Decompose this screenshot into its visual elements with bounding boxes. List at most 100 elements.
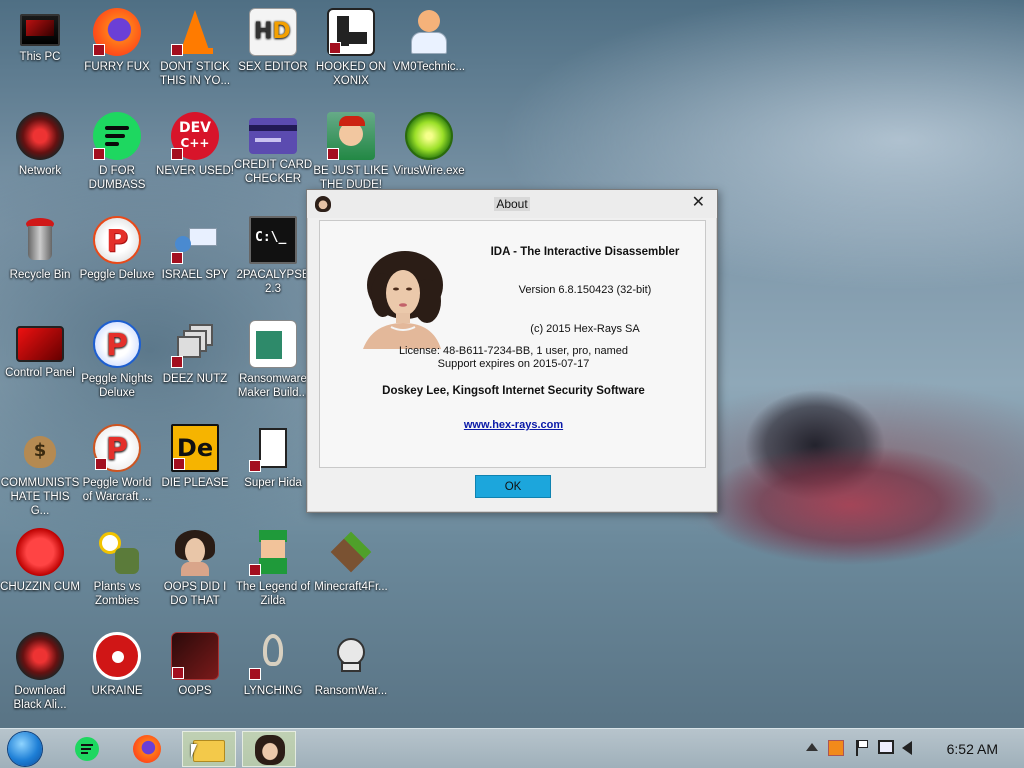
noose-icon — [249, 632, 297, 680]
peggle-icon: P — [93, 216, 141, 264]
hxd-icon: HD — [249, 8, 297, 56]
desktop-icon-legend-of-zilda[interactable]: The Legend of Zilda — [233, 524, 313, 608]
desktop-icon-network[interactable]: Network — [0, 108, 80, 178]
website-link[interactable]: www.hex-rays.com — [320, 419, 707, 431]
shortcut-badge — [249, 460, 261, 472]
firefox-icon — [133, 735, 161, 763]
desktop-icon-peggle-nights[interactable]: P Peggle Nights Deluxe — [77, 316, 157, 400]
desktop-icon-control-panel[interactable]: Control Panel — [0, 316, 80, 380]
desktop-icon-peggle-wow[interactable]: P Peggle World of Warcraft ... — [77, 420, 157, 504]
terminal-icon: C:\_ — [249, 216, 297, 264]
doctor-icon — [405, 8, 453, 56]
desktop-icon-minecraft[interactable]: Minecraft4Fr... — [311, 524, 391, 594]
tray-app-icon[interactable] — [828, 740, 844, 756]
shortcut-badge — [249, 564, 261, 576]
spy-icon — [171, 216, 219, 264]
desktop-icon-never-used[interactable]: DEV C++ NEVER USED! — [155, 108, 235, 178]
dialog-title: About — [494, 197, 530, 211]
desktop-icon-ransomwar[interactable]: RansomWar... — [311, 628, 391, 698]
limewire-icon — [405, 112, 453, 160]
shortcut-badge — [171, 44, 183, 56]
desktop-icon-dont-stick[interactable]: DONT STICK THIS IN YO... — [155, 4, 235, 88]
computer-icon — [20, 14, 60, 46]
ida-portrait-image — [353, 249, 448, 349]
minecraft-icon — [327, 528, 375, 576]
shortcut-badge — [93, 44, 105, 56]
de-icon: De — [171, 424, 219, 472]
volume-icon[interactable] — [902, 741, 912, 755]
desktop-icon-die-please[interactable]: De DIE PLEASE — [155, 420, 235, 490]
windows-stack-icon — [171, 320, 219, 368]
hida-icon — [249, 424, 297, 472]
dialog-titlebar[interactable]: About ✕ — [307, 190, 717, 218]
shortcut-badge — [95, 458, 107, 470]
desktop-icon-super-hida[interactable]: Super Hida — [233, 420, 313, 490]
ransomware-builder-icon — [249, 320, 297, 368]
system-tray: 6:52 AM — [784, 729, 1024, 768]
shortcut-badge — [93, 148, 105, 160]
shortcut-badge — [172, 667, 184, 679]
desktop-icon-oops-did-i[interactable]: OOPS DID I DO THAT — [155, 524, 235, 608]
taskbar: 6:52 AM — [0, 728, 1024, 768]
desktop-icon-vm0technic[interactable]: VM0Technic... — [389, 4, 469, 74]
flag-icon[interactable] — [856, 740, 868, 756]
desktop-icon-ransomware-maker[interactable]: Ransomware Maker Build... — [233, 316, 313, 400]
licensee-text: Doskey Lee, Kingsoft Internet Security S… — [382, 385, 645, 397]
file-explorer-icon — [193, 740, 225, 762]
desktop-icon-plants-vs-zombies[interactable]: Plants vs Zombies — [77, 524, 157, 608]
taskbar-discord[interactable] — [60, 731, 114, 767]
ok-button[interactable]: OK — [475, 475, 551, 498]
desktop-icon-recycle-bin[interactable]: Recycle Bin — [0, 212, 80, 282]
discord-icon — [75, 737, 99, 761]
shortcut-badge — [171, 252, 183, 264]
desktop-icon-sex-editor[interactable]: HD SEX EDITOR — [233, 4, 313, 74]
shortcut-badge — [329, 42, 341, 54]
desktop-icon-deez-nutz[interactable]: DEEZ NUTZ — [155, 316, 235, 386]
desktop-icon-ukraine[interactable]: UKRAINE — [77, 628, 157, 698]
chevron-up-icon[interactable] — [806, 743, 818, 751]
desktop-icon-communists[interactable]: $ COMMUNISTS HATE THIS G... — [0, 420, 80, 518]
license-text: License: 48-B611-7234-BB, 1 user, pro, n… — [398, 345, 629, 357]
chuzzle-icon — [16, 528, 64, 576]
desktop-icon-this-pc[interactable]: This PC — [0, 4, 80, 64]
desktop-icon-d-for-dumbass[interactable]: D FOR DUMBASS — [77, 108, 157, 192]
desktop-icon-hooked-on-xonix[interactable]: HOOKED ON XONIX — [311, 4, 391, 88]
desktop-icon-credit-card-checker[interactable]: CREDIT CARD CHECKER — [233, 108, 313, 186]
desktop-icon-israel-spy[interactable]: ISRAEL SPY — [155, 212, 235, 282]
close-button[interactable]: ✕ — [692, 192, 705, 211]
desktop-icon-oops[interactable]: OOPS — [155, 628, 235, 698]
credit-card-icon — [249, 118, 297, 154]
taskbar-file-explorer[interactable] — [182, 731, 236, 767]
shortcut-badge — [173, 458, 185, 470]
network-icon — [16, 112, 64, 160]
peggle-nights-icon: P — [93, 320, 141, 368]
desktop-icon-peggle-deluxe[interactable]: P Peggle Deluxe — [77, 212, 157, 282]
start-orb-icon[interactable] — [8, 732, 42, 766]
dude-icon — [327, 112, 375, 160]
about-dialog: About ✕ IDA - The Interactive Disassembl… — [306, 189, 718, 513]
product-name: IDA - The Interactive Disassembler — [490, 246, 680, 258]
desktop-icon-2pacalypse[interactable]: C:\_ 2PACALYPSE 2.3 — [233, 212, 313, 296]
desktop-icon-viruswire[interactable]: VirusWire.exe — [389, 108, 469, 178]
pvz-icon — [93, 528, 141, 576]
cursor-icon — [191, 744, 197, 758]
shortcut-badge — [171, 148, 183, 160]
devcpp-icon: DEV C++ — [171, 112, 219, 160]
clock[interactable]: 6:52 AM — [947, 741, 998, 757]
firefox-icon — [93, 8, 141, 56]
support-text: Support expires on 2015-07-17 — [437, 358, 590, 370]
discord-icon — [93, 112, 141, 160]
taskbar-firefox[interactable] — [120, 731, 174, 767]
control-panel-icon — [16, 326, 64, 362]
desktop-icon-furry-fux[interactable]: FURRY FUX — [77, 4, 157, 74]
desktop-icon-chuzzin[interactable]: CHUZZIN CUM — [0, 524, 80, 594]
shortcut-badge — [249, 668, 261, 680]
alienware-icon — [16, 632, 64, 680]
vlc-icon — [171, 8, 219, 56]
network-icon[interactable] — [878, 740, 894, 754]
desktop-icon-download-black[interactable]: Download Black Ali... — [0, 628, 80, 712]
taskbar-ida[interactable] — [242, 731, 296, 767]
desktop-icon-lynching[interactable]: LYNCHING — [233, 628, 313, 698]
desktop-icon-be-just-like-the-dude[interactable]: BE JUST LIKE THE DUDE! — [311, 108, 391, 192]
shortcut-badge — [327, 148, 339, 160]
